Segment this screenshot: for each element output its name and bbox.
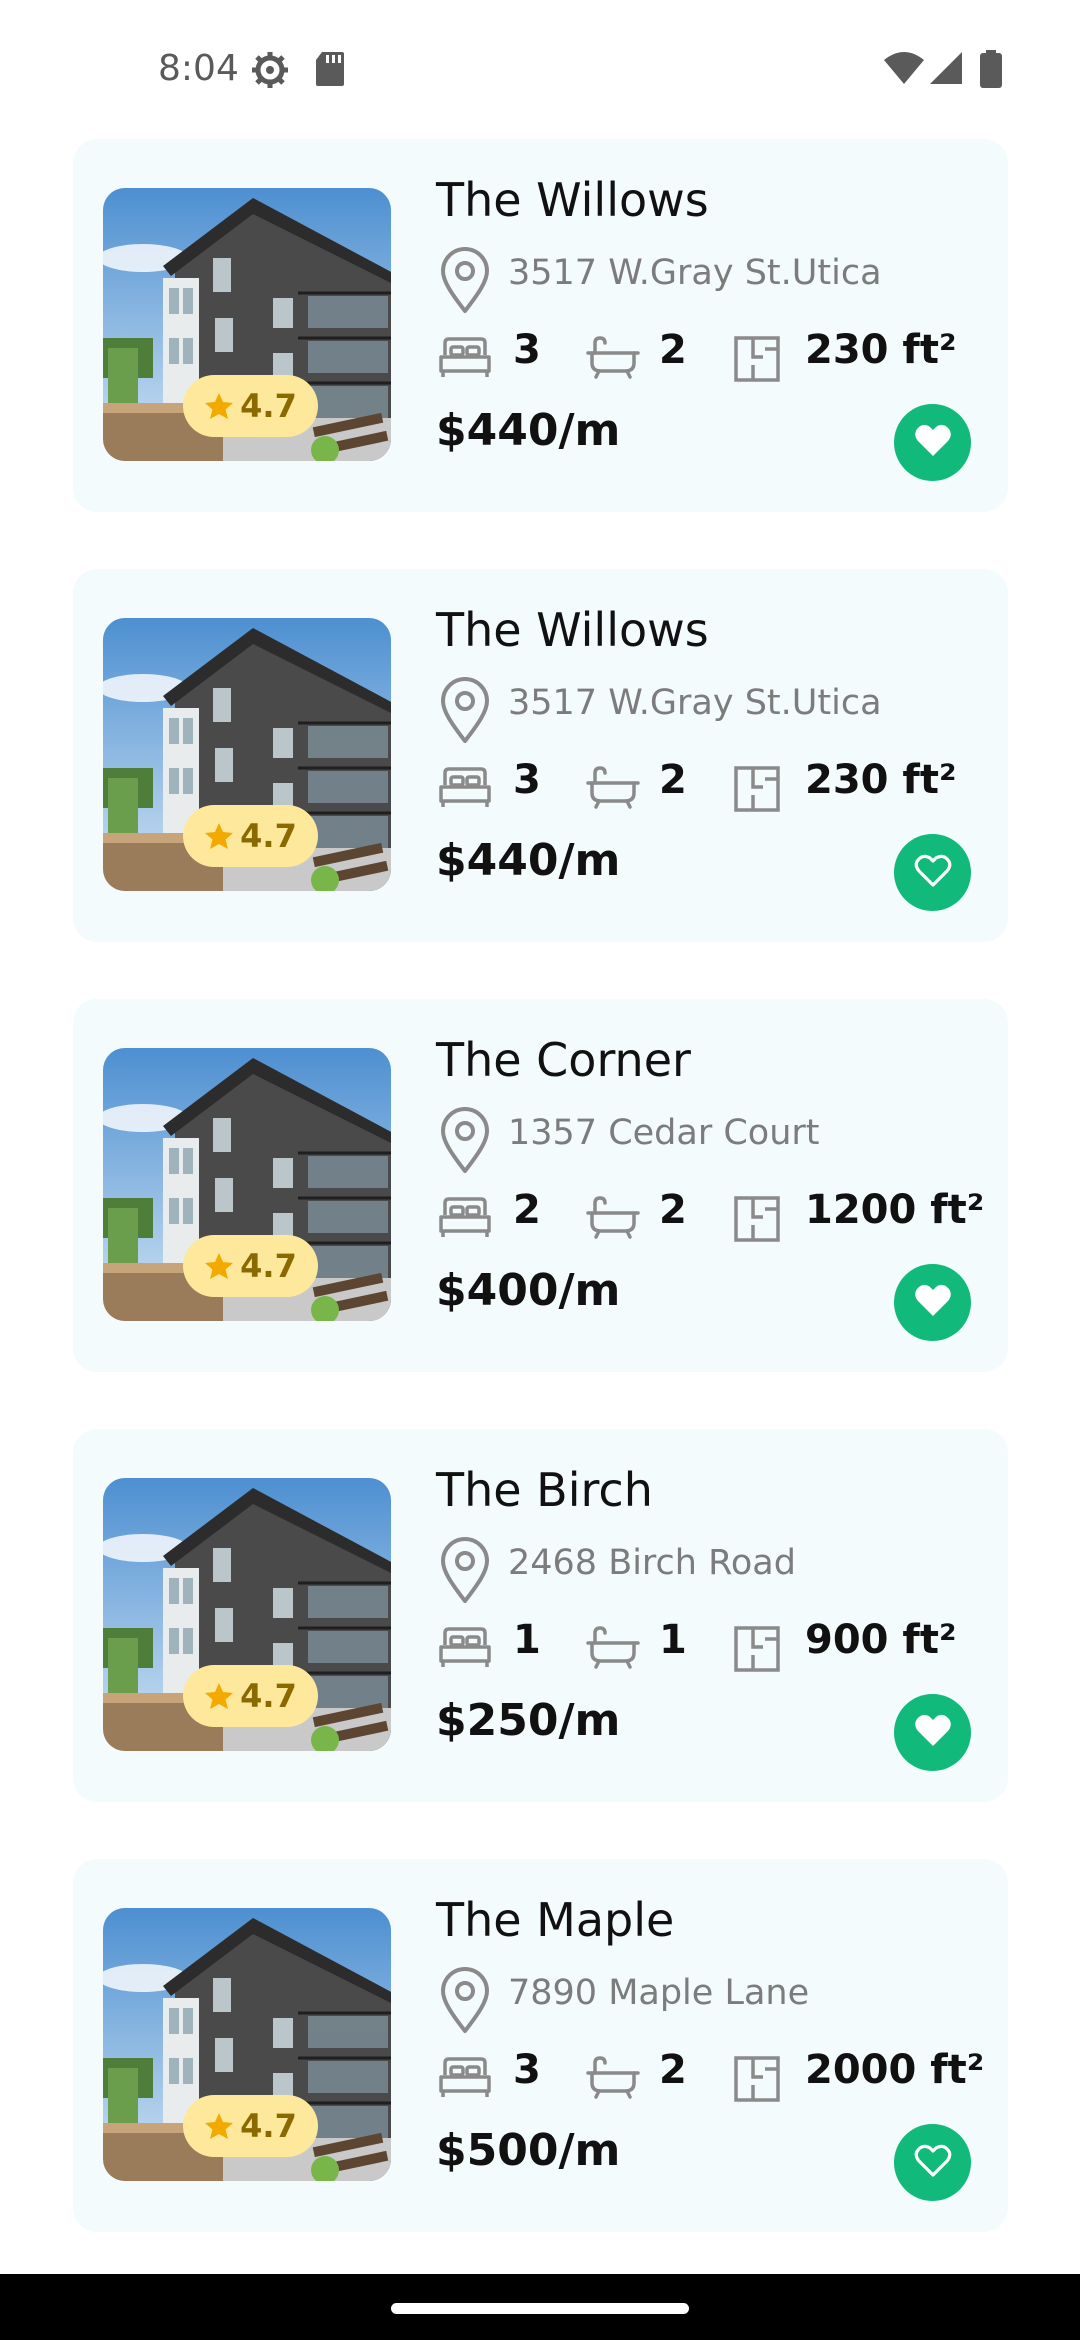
- location-pin-icon: [439, 1107, 491, 1179]
- bed-icon: [437, 335, 493, 383]
- listing-price: $500/m: [436, 2125, 621, 2176]
- location-pin-icon: [439, 1967, 491, 2039]
- star-icon: [204, 391, 234, 421]
- rating-value: 4.7: [240, 2107, 297, 2145]
- property-image: 4.7: [103, 188, 391, 461]
- area-value: 1200 ft²: [805, 1187, 985, 1233]
- bathtub-icon: [585, 765, 641, 813]
- star-icon: [204, 1681, 234, 1711]
- floor-plan-icon: [733, 335, 781, 387]
- beds-count: 1: [513, 1617, 541, 1663]
- rating-value: 4.7: [240, 817, 297, 855]
- bed-icon: [437, 1195, 493, 1243]
- listing-title: The Willows: [436, 173, 709, 227]
- floor-plan-icon: [733, 1195, 781, 1247]
- sd-card-icon: [314, 50, 346, 92]
- property-image: 4.7: [103, 1908, 391, 2181]
- rating-badge: 4.7: [183, 2095, 318, 2157]
- listing-title: The Birch: [436, 1463, 653, 1517]
- bathtub-icon: [585, 2055, 641, 2103]
- bathtub-icon: [585, 1195, 641, 1243]
- floor-plan-icon: [733, 2055, 781, 2107]
- listing-card[interactable]: 4.7 The Corner 1357 Cedar Court 2 2 1200…: [73, 999, 1008, 1372]
- rating-badge: 4.7: [183, 375, 318, 437]
- baths-count: 2: [659, 757, 687, 803]
- listing-address: 3517 W.Gray St.Utica: [508, 253, 882, 293]
- favorite-button[interactable]: [894, 404, 971, 481]
- area-value: 2000 ft²: [805, 2047, 985, 2093]
- listing-address: 2468 Birch Road: [508, 1543, 796, 1583]
- bed-icon: [437, 2055, 493, 2103]
- listing-price: $440/m: [436, 835, 621, 886]
- bed-icon: [437, 1625, 493, 1673]
- star-icon: [204, 1251, 234, 1281]
- listing-price: $250/m: [436, 1695, 621, 1746]
- location-pin-icon: [439, 1537, 491, 1609]
- listing-price: $400/m: [436, 1265, 621, 1316]
- listing-address: 1357 Cedar Court: [508, 1113, 820, 1153]
- status-bar: 8:04: [0, 0, 1080, 140]
- baths-count: 2: [659, 327, 687, 373]
- floor-plan-icon: [733, 1625, 781, 1677]
- area-value: 900 ft²: [805, 1617, 957, 1663]
- bathtub-icon: [585, 1625, 641, 1673]
- rating-value: 4.7: [240, 387, 297, 425]
- favorite-button[interactable]: [894, 1694, 971, 1771]
- heart-filled-icon: [913, 421, 953, 465]
- beds-count: 3: [513, 757, 541, 803]
- favorite-button[interactable]: [894, 1264, 971, 1341]
- star-icon: [204, 821, 234, 851]
- baths-count: 2: [659, 2047, 687, 2093]
- area-value: 230 ft²: [805, 757, 957, 803]
- beds-count: 2: [513, 1187, 541, 1233]
- area-value: 230 ft²: [805, 327, 957, 373]
- listing-title: The Corner: [436, 1033, 691, 1087]
- favorite-button[interactable]: [894, 2124, 971, 2201]
- rating-value: 4.7: [240, 1677, 297, 1715]
- property-image: 4.7: [103, 618, 391, 891]
- bed-icon: [437, 765, 493, 813]
- bathtub-icon: [585, 335, 641, 383]
- battery-icon: [980, 50, 1002, 92]
- listing-address: 3517 W.Gray St.Utica: [508, 683, 882, 723]
- listing-card[interactable]: 4.7 The Birch 2468 Birch Road 1 1 900 ft…: [73, 1429, 1008, 1802]
- listing-title: The Maple: [436, 1893, 675, 1947]
- location-pin-icon: [439, 677, 491, 749]
- rating-badge: 4.7: [183, 1235, 318, 1297]
- rating-value: 4.7: [240, 1247, 297, 1285]
- property-image: 4.7: [103, 1048, 391, 1321]
- rating-badge: 4.7: [183, 1665, 318, 1727]
- heart-filled-icon: [913, 1711, 953, 1755]
- listing-title: The Willows: [436, 603, 709, 657]
- listing-card[interactable]: 4.7 The Maple 7890 Maple Lane 3 2 2000 f…: [73, 1859, 1008, 2232]
- location-pin-icon: [439, 247, 491, 319]
- heart-outline-icon: [913, 851, 953, 895]
- baths-count: 2: [659, 1187, 687, 1233]
- beds-count: 3: [513, 327, 541, 373]
- star-icon: [204, 2111, 234, 2141]
- settings-icon: [250, 50, 290, 94]
- listing-card[interactable]: 4.7 The Willows 3517 W.Gray St.Utica 3 2…: [73, 569, 1008, 942]
- heart-outline-icon: [913, 2141, 953, 2185]
- signal-icon: [928, 50, 964, 90]
- listing-price: $440/m: [436, 405, 621, 456]
- property-image: 4.7: [103, 1478, 391, 1751]
- status-time: 8:04: [158, 48, 239, 89]
- floor-plan-icon: [733, 765, 781, 817]
- rating-badge: 4.7: [183, 805, 318, 867]
- wifi-icon: [883, 50, 925, 90]
- favorite-button[interactable]: [894, 834, 971, 911]
- heart-filled-icon: [913, 1281, 953, 1325]
- home-indicator[interactable]: [391, 2303, 689, 2314]
- listing-card[interactable]: 4.7 The Willows 3517 W.Gray St.Utica 3 2…: [73, 139, 1008, 512]
- beds-count: 3: [513, 2047, 541, 2093]
- listing-address: 7890 Maple Lane: [508, 1973, 810, 2013]
- baths-count: 1: [659, 1617, 687, 1663]
